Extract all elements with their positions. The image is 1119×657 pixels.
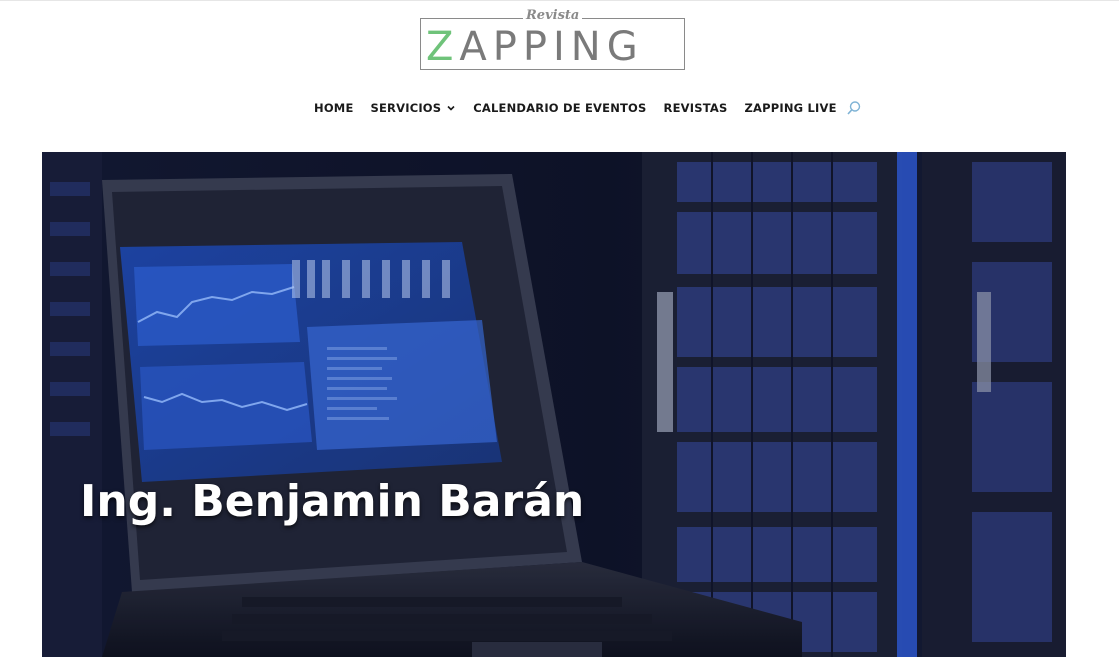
- chevron-down-icon: [447, 105, 455, 111]
- top-divider: [0, 0, 1119, 1]
- logo-wordmark: ZAPPING: [426, 24, 679, 70]
- nav-item-label: ZAPPING LIVE: [744, 101, 837, 115]
- logo-wordmark-rest: APPING: [459, 24, 644, 70]
- nav-item-label: HOME: [314, 101, 354, 115]
- logo-revista-text: Revista: [523, 8, 583, 24]
- nav-item-home[interactable]: HOME: [314, 101, 354, 115]
- nav-item-calendario[interactable]: CALENDARIO DE EVENTOS: [473, 101, 646, 115]
- nav-item-label: SERVICIOS: [370, 101, 442, 115]
- nav-item-zapping-live[interactable]: ZAPPING LIVE: [744, 101, 836, 115]
- nav-item-revistas[interactable]: REVISTAS: [664, 101, 728, 115]
- nav-item-servicios[interactable]: SERVICIOS: [371, 101, 457, 115]
- hero-banner: Ing. Benjamin Barán: [42, 152, 1066, 657]
- search-icon[interactable]: [846, 100, 862, 116]
- main-nav: HOME SERVICIOS CALENDARIO DE EVENTOS REV…: [314, 99, 862, 117]
- site-logo[interactable]: Revista ZAPPING: [420, 8, 687, 72]
- logo-z-letter: Z: [426, 24, 460, 70]
- nav-item-label: CALENDARIO DE EVENTOS: [473, 101, 647, 115]
- hero-title: Ing. Benjamin Barán: [80, 476, 585, 527]
- nav-item-label: REVISTAS: [663, 101, 728, 115]
- hero-background-image: [42, 152, 1066, 657]
